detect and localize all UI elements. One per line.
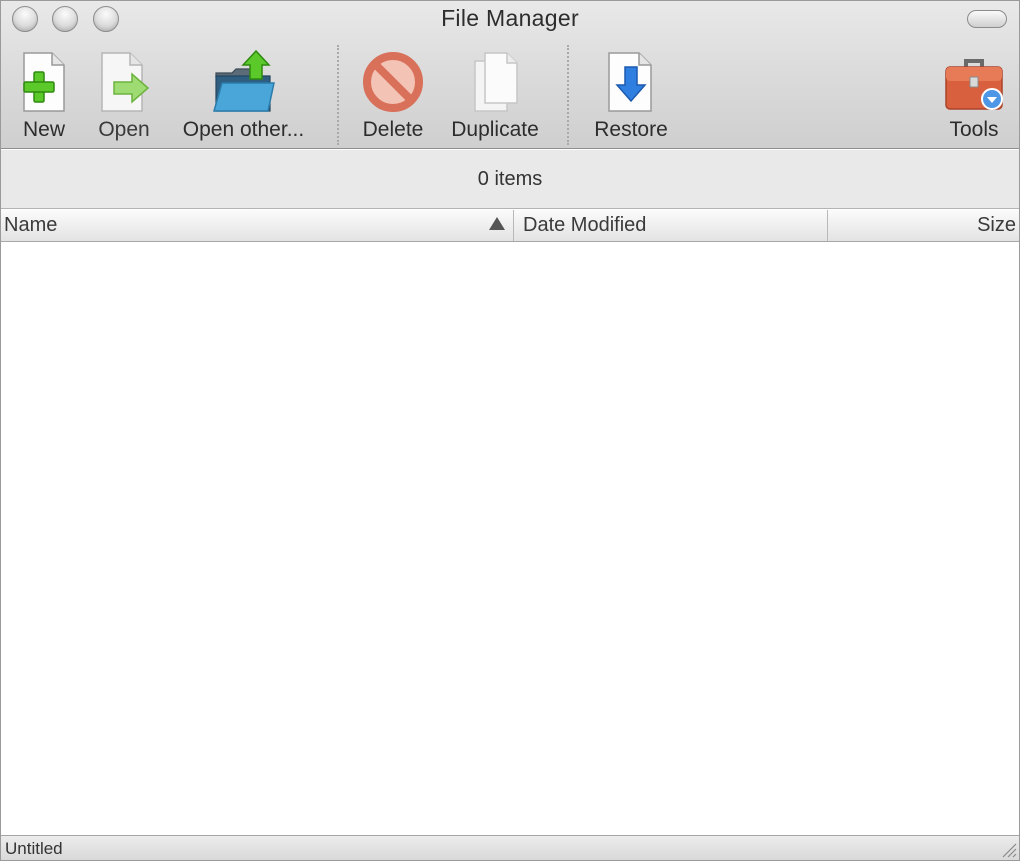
open-other-label: Open other... xyxy=(182,118,305,141)
toolbar-separator xyxy=(567,45,569,145)
footer-label: Untitled xyxy=(5,839,63,858)
resize-grip-icon[interactable] xyxy=(999,840,1017,858)
new-button[interactable]: New xyxy=(9,49,79,145)
duplicate-icon xyxy=(474,52,518,112)
delete-button[interactable]: Delete xyxy=(353,49,433,145)
file-manager-window: File Manager New Open Open other... Dele… xyxy=(0,0,1020,861)
delete-label: Delete xyxy=(362,118,424,141)
restore-icon xyxy=(608,52,652,112)
column-header-date-modified-label: Date Modified xyxy=(523,214,647,236)
column-header-size-label: Size xyxy=(977,214,1016,236)
window-title: File Manager xyxy=(441,5,579,31)
toolbar-toggle-button[interactable] xyxy=(967,10,1007,28)
bottom-bar: Untitled xyxy=(1,835,1019,860)
column-header-name[interactable]: Name xyxy=(1,210,514,241)
sort-ascending-icon xyxy=(489,217,505,230)
delete-icon xyxy=(363,52,423,112)
column-header-name-label: Name xyxy=(4,214,58,236)
new-document-icon xyxy=(23,52,65,112)
column-header-size[interactable]: Size xyxy=(828,210,1019,241)
duplicate-label: Duplicate xyxy=(451,118,539,141)
tools-button[interactable]: Tools xyxy=(937,49,1011,145)
open-button[interactable]: Open xyxy=(89,49,159,145)
new-label: New xyxy=(22,118,65,141)
window-toolbar: File Manager New Open Open other... Dele… xyxy=(1,1,1019,149)
toolbar-separator xyxy=(337,45,339,145)
open-folder-icon xyxy=(212,49,275,112)
item-count-status: 0 items xyxy=(1,150,1019,209)
tools-label: Tools xyxy=(949,118,999,141)
restore-label: Restore xyxy=(594,118,668,141)
column-header-date-modified[interactable]: Date Modified xyxy=(514,210,828,241)
open-label: Open xyxy=(98,118,150,141)
restore-button[interactable]: Restore xyxy=(587,49,675,145)
file-list[interactable] xyxy=(1,242,1019,835)
column-headers: Name Date Modified Size xyxy=(1,210,1019,242)
toolbox-icon xyxy=(945,59,1003,110)
open-other-button[interactable]: Open other... xyxy=(171,49,316,145)
open-document-icon xyxy=(101,52,150,112)
duplicate-button[interactable]: Duplicate xyxy=(443,49,547,145)
